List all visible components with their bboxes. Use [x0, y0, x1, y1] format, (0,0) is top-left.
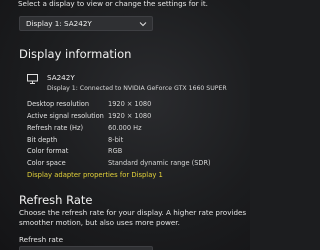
display-adapter-properties-link[interactable]: Display adapter properties for Display 1: [27, 171, 163, 179]
info-row-desktop-resolution: Desktop resolution 1920 × 1080: [27, 100, 247, 110]
display-select-value: Display 1: SA242Y: [26, 19, 92, 28]
refresh-rate-dropdown[interactable]: [19, 246, 153, 250]
info-value: 8-bit: [108, 136, 124, 144]
info-row-color-format: Color format RGB: [27, 147, 247, 157]
refresh-rate-field-label: Refresh rate: [19, 235, 64, 244]
display-information-title: Display information: [19, 47, 132, 61]
info-value: 60.000 Hz: [108, 124, 142, 132]
monitor-description: Display 1: Connected to NVIDIA GeForce G…: [47, 85, 227, 92]
info-row-bit-depth: Bit depth 8-bit: [27, 136, 247, 146]
info-row-refresh-rate: Refresh rate (Hz) 60.000 Hz: [27, 124, 247, 134]
info-row-active-signal-resolution: Active signal resolution 1920 × 1080: [27, 112, 247, 122]
monitor-name: SA242Y: [47, 73, 75, 82]
display-select-dropdown[interactable]: Display 1: SA242Y: [19, 16, 153, 31]
refresh-rate-title: Refresh Rate: [19, 193, 93, 207]
info-value: Standard dynamic range (SDR): [108, 159, 211, 167]
chevron-down-icon: [139, 22, 147, 27]
info-value: 1920 × 1080: [108, 112, 152, 120]
info-value: 1920 × 1080: [108, 100, 152, 108]
intro-text: Select a display to view or change the s…: [18, 0, 208, 8]
info-label: Refresh rate (Hz): [27, 124, 84, 132]
refresh-rate-description-line2: smoother motion, but also uses more powe…: [19, 218, 180, 227]
info-value: RGB: [108, 147, 123, 155]
info-row-color-space: Color space Standard dynamic range (SDR): [27, 159, 247, 169]
info-label: Color space: [27, 159, 66, 167]
display-settings-page: Select a display to view or change the s…: [0, 0, 250, 250]
monitor-icon: [27, 74, 38, 84]
info-label: Color format: [27, 147, 69, 155]
refresh-rate-description-line1: Choose the refresh rate for your display…: [19, 208, 247, 217]
info-label: Desktop resolution: [27, 100, 90, 108]
info-label: Active signal resolution: [27, 112, 104, 120]
info-label: Bit depth: [27, 136, 58, 144]
